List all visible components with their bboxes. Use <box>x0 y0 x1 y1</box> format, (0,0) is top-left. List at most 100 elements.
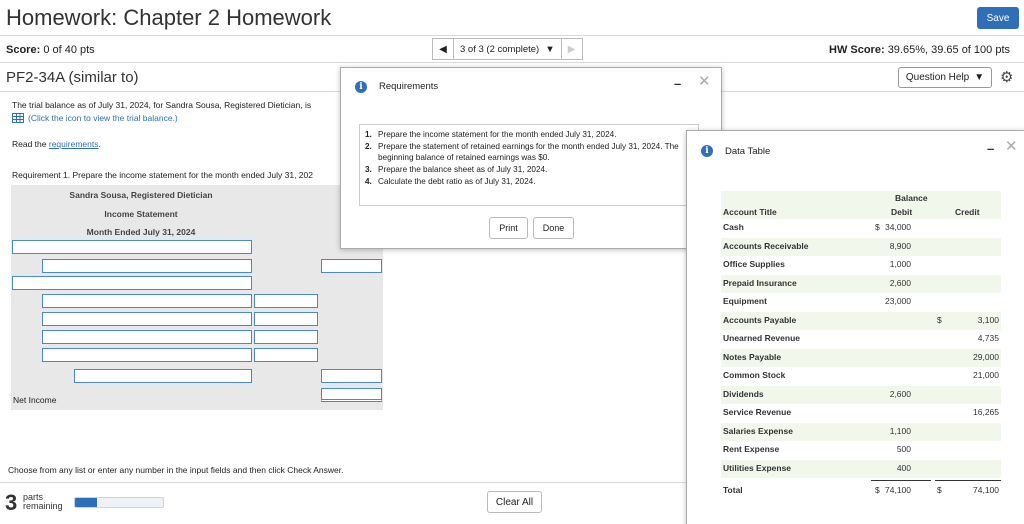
cell-debit: 400 <box>896 462 911 473</box>
cell-account: Prepaid Insurance <box>723 277 797 288</box>
hw-score-display: HW Score: 39.65%, 39.65 of 100 pts <box>829 44 1011 56</box>
page-title: Homework: Chapter 2 Homework <box>6 5 332 30</box>
expense-amount-input[interactable] <box>254 348 318 362</box>
cell-account: Rent Expense <box>723 444 780 454</box>
requirement-number: 1. <box>365 130 372 139</box>
requirement-text: Prepare the balance sheet as of July 31,… <box>378 165 548 174</box>
total-row: Total $74,100 $74,100 <box>721 482 1001 500</box>
next-question-button[interactable]: ▶ <box>560 38 583 60</box>
trial-balance-link[interactable]: (Click the icon to view the trial balanc… <box>12 113 178 123</box>
requirements-list: 1. Prepare the income statement for the m… <box>365 129 695 188</box>
cell-account: Utilities Expense <box>723 462 792 473</box>
print-button[interactable]: Print <box>489 217 528 239</box>
cell-account: Office Supplies <box>723 259 785 269</box>
parts-remaining-label: parts remaining <box>23 492 63 511</box>
save-button[interactable]: Save <box>977 7 1019 29</box>
total-expenses-select[interactable] <box>74 369 252 383</box>
net-income-label: Net Income <box>13 395 57 405</box>
table-row: Cash $34,000 <box>721 219 1001 237</box>
cell-account: Service Revenue <box>723 407 792 417</box>
cell-debit: 34,000 <box>885 222 911 232</box>
table-row: Accounts Payable $3,100 <box>721 311 1001 330</box>
parts-remaining-count: 3 <box>5 490 18 515</box>
expense-account-select[interactable] <box>42 294 252 308</box>
cell-credit: 29,000 <box>973 351 999 362</box>
revenue-amount-input[interactable] <box>321 259 382 273</box>
table-row: Rent Expense 500 <box>721 441 1001 459</box>
cell-debit: 2,600 <box>889 277 911 288</box>
total-underline <box>935 480 1001 481</box>
statement-line-select[interactable] <box>12 276 252 290</box>
statement-company: Sandra Sousa, Registered Dietician <box>69 190 213 200</box>
cell-debit-sign: $ <box>875 222 880 232</box>
cell-account: Accounts Payable <box>723 314 797 325</box>
table-row: Accounts Receivable 8,900 <box>721 237 1001 256</box>
expense-account-select[interactable] <box>42 330 252 344</box>
balance-header: Balance <box>895 193 928 203</box>
done-button[interactable]: Done <box>533 217 574 239</box>
requirement-item: 3. Prepare the balance sheet as of July 3… <box>365 164 695 175</box>
divider <box>0 35 1024 36</box>
requirements-dialog: i Requirements – ✕ 1. Prepare the income … <box>340 67 722 249</box>
question-help-button[interactable]: Question Help ▼ <box>898 67 992 88</box>
total-expenses-input[interactable] <box>321 369 382 383</box>
table-icon[interactable] <box>12 113 24 123</box>
cell-debit: 1,000 <box>889 259 911 269</box>
credit-header: Credit <box>955 207 980 217</box>
cell-account: Accounts Receivable <box>723 240 809 251</box>
previous-question-button[interactable]: ◀ <box>432 38 454 60</box>
statement-line-select[interactable] <box>12 240 252 254</box>
parts-progress-bar <box>74 497 164 508</box>
cell-debit: 74,100 <box>885 485 911 495</box>
table-row: Prepaid Insurance 2,600 <box>721 274 1001 293</box>
requirement-number: 3. <box>365 165 372 174</box>
progress-fill <box>75 498 97 507</box>
question-select[interactable]: 3 of 3 (2 complete) ▼ <box>454 38 561 60</box>
minimize-icon[interactable]: – <box>987 141 994 156</box>
requirement-text: Prepare the income statement for the mon… <box>378 130 617 139</box>
cell-debit: 1,100 <box>889 425 911 436</box>
cell-debit: 500 <box>896 444 911 454</box>
net-income-input[interactable] <box>321 388 382 402</box>
table-row: Equipment 23,000 <box>721 293 1001 311</box>
cell-account: Equipment <box>723 296 767 306</box>
account-title-header: Account Title <box>723 207 777 217</box>
expense-account-select[interactable] <box>42 312 252 326</box>
minimize-icon[interactable]: – <box>674 76 681 91</box>
statement-period: Month Ended July 31, 2024 <box>86 227 196 237</box>
read-requirements: Read the requirements. <box>12 139 101 149</box>
clear-all-button[interactable]: Clear All <box>487 491 542 513</box>
table-row: Common Stock 21,000 <box>721 367 1001 385</box>
table-row: Dividends 2,600 <box>721 385 1001 404</box>
requirements-box: 1. Prepare the income statement for the m… <box>359 124 699 206</box>
expense-amount-input[interactable] <box>254 330 318 344</box>
instruction-text: Choose from any list or enter any number… <box>8 465 344 475</box>
cell-debit: 2,600 <box>889 388 911 399</box>
table-row: Utilities Expense 400 <box>721 459 1001 478</box>
gear-icon[interactable]: ⚙ <box>1000 68 1013 86</box>
cell-account: Unearned Revenue <box>723 333 800 343</box>
triangle-right-icon: ▶ <box>567 43 576 55</box>
close-icon[interactable]: ✕ <box>1005 137 1018 155</box>
cell-credit: 74,100 <box>973 485 999 495</box>
requirement-item: 4. Calculate the debt ratio as of July 31… <box>365 176 695 187</box>
close-icon[interactable]: ✕ <box>698 72 711 90</box>
question-navigator: ◀ 3 of 3 (2 complete) ▼ ▶ <box>432 38 583 60</box>
cell-credit-sign: $ <box>937 314 942 325</box>
cell-credit: 21,000 <box>973 370 999 380</box>
statement-name: Income Statement <box>104 209 178 219</box>
expense-account-select[interactable] <box>42 348 252 362</box>
caret-down-icon: ▼ <box>974 72 985 83</box>
requirements-link[interactable]: requirements <box>49 139 99 149</box>
dialog-title: Requirements <box>379 81 439 92</box>
table-row: Office Supplies 1,000 <box>721 256 1001 274</box>
dialog-title: Data Table <box>725 146 771 157</box>
expense-amount-input[interactable] <box>254 294 318 308</box>
revenue-account-select[interactable] <box>42 259 252 273</box>
requirement-text: Prepare the statement of retained earnin… <box>378 142 679 162</box>
requirement-text: Calculate the debt ratio as of July 31, … <box>378 177 536 186</box>
cell-account: Total <box>723 485 743 495</box>
expense-amount-input[interactable] <box>254 312 318 326</box>
table-row: Unearned Revenue 4,735 <box>721 330 1001 348</box>
requirement-number: 2. <box>365 142 372 151</box>
